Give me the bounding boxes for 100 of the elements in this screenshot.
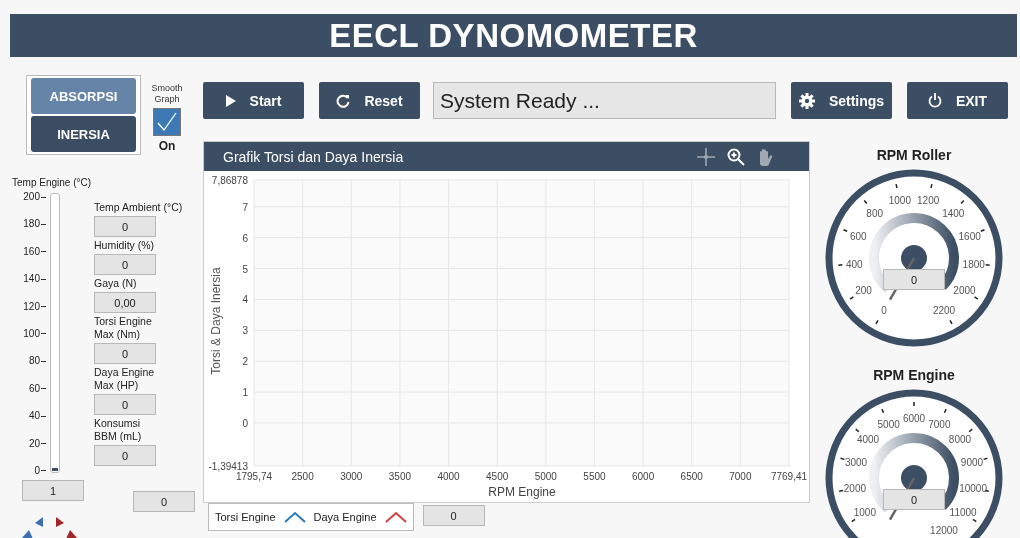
smooth-graph-checkbox[interactable]: [153, 108, 181, 136]
axis-tick-label: 7,86878: [211, 175, 248, 186]
scale-label: 160: [23, 245, 46, 258]
axis-tick-label: 7000: [729, 471, 752, 482]
spinner-icon: [20, 515, 80, 538]
gauge-title: RPM Roller: [876, 147, 952, 163]
field-label: Temp Ambient (°C): [94, 201, 183, 214]
axis-tick-label: 5500: [583, 471, 606, 482]
axis-tick-label: 2500: [291, 471, 314, 482]
scale-label: 200: [23, 191, 46, 203]
axis-tick-label: 7: [242, 201, 248, 213]
toolbar-button[interactable]: Start: [203, 82, 304, 119]
value-field: 0: [94, 254, 156, 275]
value-field: 0: [94, 394, 156, 415]
chart-title: Grafik Torsi dan Daya Inersia: [223, 148, 405, 165]
gauge-scale-label: 6000: [902, 413, 926, 424]
axis-tick-label: 3500: [388, 471, 412, 482]
gauge-value: 0: [883, 269, 945, 290]
toolbar-button[interactable]: EXIT: [907, 82, 1008, 119]
legend-line-icon: [384, 511, 407, 523]
axis-tick-label: 2: [242, 356, 248, 368]
axis-tick-label: -1,39413: [208, 461, 248, 472]
settings-icon: [798, 92, 815, 109]
gauge-scale-label: 600: [849, 230, 867, 242]
value-field: 0: [422, 505, 485, 526]
hand-icon[interactable]: [757, 147, 773, 166]
field-label: Konsumsi BBM (mL): [94, 417, 143, 443]
checkbox-label: Smooth Graph: [150, 83, 184, 105]
gauge-scale-label: 1000: [853, 507, 876, 519]
legend-label: Torsi Engine: [215, 511, 276, 523]
crosshair-icon[interactable]: [697, 147, 715, 166]
field-label: Humidity (%): [94, 239, 156, 252]
gauge-scale-label: 2200: [932, 304, 956, 316]
axis-tick-label: 1795,74: [235, 471, 273, 482]
axis-title: Torsi & Daya Inersia: [209, 267, 223, 375]
axis-tick-label: 3: [242, 325, 248, 337]
gauge-value: 0: [883, 489, 945, 510]
axis-tick-label: 4: [242, 294, 248, 306]
value-field: 0: [94, 445, 156, 466]
gauge-scale-label: 2000: [953, 285, 976, 297]
axis-tick-label: 6500: [680, 471, 703, 482]
scale-label: 20: [28, 437, 46, 450]
field-label: Daya Engine Max (HP): [94, 366, 156, 392]
gauge-scale-label: 8000: [948, 434, 972, 446]
gauge-scale-label: 1000: [888, 194, 911, 206]
mode-button[interactable]: ABSORPSI: [31, 78, 136, 114]
gauge-scale-label: 400: [845, 258, 863, 270]
gauge-scale-label: 1600: [958, 230, 981, 242]
zoom-icon[interactable]: [727, 147, 745, 166]
gauge-scale-label: 800: [866, 207, 884, 219]
gauge-scale-label: 10000: [959, 483, 987, 495]
axis-tick-label: 4500: [486, 471, 509, 482]
value-field: 0: [133, 491, 195, 512]
play-icon: [225, 94, 236, 107]
gauge-scale-label: 2000: [843, 483, 867, 495]
gauge-label: Temp Engine (°C): [12, 177, 93, 188]
gauge-scale-label: 0: [881, 304, 887, 316]
gauge-scale-label: 1800: [962, 258, 985, 270]
status-field: System Ready ...: [433, 82, 776, 119]
axis-tick-label: 5000: [534, 471, 557, 482]
axis-tick-label: 3000: [340, 471, 363, 482]
value-field: 0: [94, 343, 156, 364]
value-field: 0,00: [94, 292, 156, 313]
axis-title: RPM Engine: [488, 485, 556, 499]
gauge-scale-label: 7000: [928, 418, 951, 430]
scale-label: 100: [23, 327, 46, 340]
field-label: Gaya (N): [94, 277, 138, 290]
app-title: EECL DYNOMOMETER: [329, 16, 698, 55]
field-label: Torsi Engine Max (Nm): [94, 315, 153, 341]
scale-label: 120: [23, 300, 46, 313]
axis-tick-label: 4000: [437, 471, 460, 482]
gauge-scale-label: 5000: [877, 418, 900, 430]
gauge-scale-label: 9000: [960, 457, 984, 469]
axis-tick-label: 7769,41: [770, 471, 808, 482]
gauge-scale-label: 11000: [949, 507, 977, 519]
scale-label: 0: [34, 464, 46, 477]
power-icon: [927, 93, 942, 108]
value-field: 0: [94, 216, 156, 237]
gauge-scale-label: 200: [855, 285, 872, 297]
legend-label: Daya Engine: [313, 511, 377, 523]
gauge-scale-label: 3000: [844, 457, 868, 469]
axis-tick-label: 6: [242, 232, 248, 244]
toolbar-button[interactable]: Settings: [791, 82, 892, 119]
mode-button[interactable]: INERSIA: [31, 116, 136, 152]
axis-tick-label: 0: [242, 417, 248, 429]
gauge-scale-label: 1200: [917, 194, 940, 206]
toolbar-button[interactable]: Reset: [319, 82, 420, 119]
refresh-icon: [336, 93, 351, 108]
gauge-scale-label: 1400: [942, 207, 965, 219]
axis-tick-label: 1: [242, 387, 248, 399]
gauge-scale-label: 4000: [856, 434, 880, 446]
value-field: 1: [22, 480, 84, 501]
scale-label: 60: [28, 382, 46, 395]
gauge-title: RPM Engine: [873, 367, 955, 383]
gauge-scale-label: 12000: [930, 524, 958, 536]
scale-label: 180: [23, 218, 46, 231]
legend-line-icon: [283, 511, 306, 523]
scale-label: 140: [23, 273, 46, 286]
scale-label: 40: [28, 410, 46, 423]
axis-tick-label: 6000: [631, 471, 655, 482]
